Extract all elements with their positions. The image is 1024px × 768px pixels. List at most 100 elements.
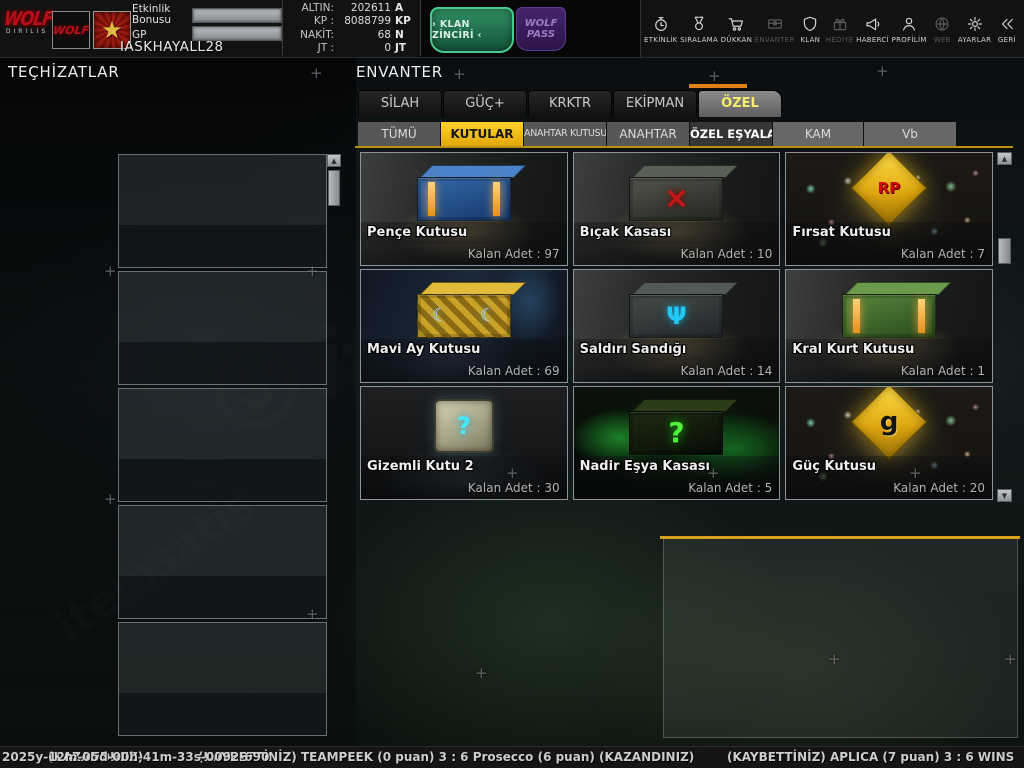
crate-art: ?: [629, 399, 739, 455]
grid-marker: +: [306, 605, 319, 623]
grid-marker: +: [475, 664, 488, 682]
crate-art: Ψ: [629, 282, 739, 338]
currency-unit: N: [395, 28, 404, 41]
clan-emblem[interactable]: WOLF: [52, 11, 90, 49]
klan-zinciri-button[interactable]: › KLAN ZİNCİRİ ‹: [430, 7, 514, 53]
item-card-pençe-kutusu[interactable]: Pençe Kutusu Kalan Adet : 97: [360, 152, 568, 266]
item-card-gizemli-kutu-2[interactable]: ? Gizemli Kutu 2 Kalan Adet : 30: [360, 386, 568, 500]
currency-value: 68: [377, 28, 391, 41]
header-buttons: › KLAN ZİNCİRİ ‹ WOLF PASS: [421, 0, 641, 57]
clan-emblem-icon: WOLF: [52, 23, 90, 37]
stopwatch-icon: [652, 15, 670, 33]
crescent-icon: ☾: [479, 305, 496, 326]
subtab-anahtar-kutusu[interactable]: ANAHTAR KUTUSU: [524, 122, 606, 146]
nav-item-dukkan[interactable]: DÜKKAN: [721, 15, 752, 44]
grid-marker: +: [876, 62, 889, 80]
back-icon: [998, 15, 1016, 33]
item-remaining-count: Kalan Adet : 14: [573, 361, 780, 382]
grid-scroll-down-button[interactable]: ▼: [997, 489, 1012, 502]
crate-emblem: ?: [456, 412, 471, 440]
nav-item-hediye[interactable]: HEDİYE: [826, 15, 854, 44]
wolf-pass-button[interactable]: WOLF PASS: [516, 7, 566, 51]
currency-value: 0: [384, 41, 391, 54]
inventory-subtabs: TÜMÜ KUTULAR ANAHTAR KUTUSU ANAHTAR ÖZEL EŞY…: [358, 122, 957, 146]
crate-art: RP: [850, 153, 928, 227]
currency-label: KP :: [313, 15, 334, 28]
gear-icon: [966, 15, 984, 33]
grid-marker: +: [506, 464, 519, 482]
detail-panel: [663, 539, 1018, 738]
item-card-güç-kutusu[interactable]: g Güç Kutusu Kalan Adet : 20: [785, 386, 993, 500]
subtab-kam[interactable]: KAM: [773, 122, 863, 146]
tab-si̇lah[interactable]: SİLAH: [358, 90, 442, 117]
gift-icon: [831, 15, 849, 33]
nav-item-etkinlik[interactable]: ETKİNLİK: [644, 15, 678, 44]
event-bonus-label: Etkinlik Bonusu: [132, 3, 172, 26]
match-history-bar: (KAZANDINIZ) (KAYBETTİNİZ) TEAMPEEK (0 p…: [0, 746, 1024, 768]
currency-panel: ALTIN: 202611 A KP : 8088799 KP NAKİT: 68 N JT : 0…: [282, 0, 421, 56]
item-remaining-count: Kalan Adet : 20: [786, 478, 992, 499]
grid-marker: +: [708, 67, 721, 85]
grid-marker: +: [310, 64, 323, 82]
item-card-mavi-ay-kutusu[interactable]: ☾ ☾ Mavi Ay Kutusu Kalan Adet : 69: [360, 269, 568, 383]
item-card-nadir-eşya-kasası[interactable]: ? Nadir Eşya Kasası Kalan Adet : 5: [572, 386, 781, 500]
nav-label: PROFİLİM: [891, 35, 927, 44]
subtab-underline: [355, 146, 1013, 148]
nav-label: HABERCİ: [856, 35, 889, 44]
item-remaining-count: Kalan Adet : 7: [786, 244, 992, 265]
equipment-panel-title: TEÇHİZATLAR: [8, 63, 120, 81]
nav-item-haberci[interactable]: HABERCİ: [856, 15, 889, 44]
nav-item-profilim[interactable]: PROFİLİM: [892, 15, 927, 44]
grid-marker: +: [909, 464, 922, 482]
left-scrollbar-thumb[interactable]: [328, 170, 340, 206]
item-card-bıçak-kasası[interactable]: × Bıçak Kasası Kalan Adet : 10: [572, 152, 781, 266]
currency-label: JT :: [317, 41, 334, 54]
item-card-saldırı-sandığı[interactable]: Ψ Saldırı Sandığı Kalan Adet : 14: [572, 269, 781, 383]
tab-özel[interactable]: ÖZEL: [698, 90, 782, 117]
grid-marker: +: [104, 490, 117, 508]
equipment-slot-empty[interactable]: [118, 271, 327, 385]
crate-art: [842, 282, 952, 338]
nav-label: KLAN: [800, 35, 821, 44]
nav-label: ETKİNLİK: [644, 35, 678, 44]
nav-label: DÜKKAN: [720, 35, 753, 44]
nav-item-klan[interactable]: KLAN: [797, 15, 823, 44]
currency-unit: JT: [395, 41, 407, 54]
currency-row: ALTIN: 202611 A: [288, 2, 415, 14]
shield-icon: [801, 15, 819, 33]
equipment-slot-empty[interactable]: [118, 154, 327, 268]
tab-krktr[interactable]: KRKTR: [528, 90, 612, 117]
subtab-kutular[interactable]: KUTULAR: [441, 122, 523, 146]
top-bar: WOLF DIRILIS WOLF ★ Etkinlik Bonusu GP I…: [0, 0, 1024, 58]
grid-scrollbar-thumb[interactable]: [998, 238, 1011, 264]
item-card-fırsat-kutusu[interactable]: RP Fırsat Kutusu Kalan Adet : 7: [785, 152, 993, 266]
equipment-slot-empty[interactable]: [118, 388, 327, 502]
equipment-slot-empty[interactable]: [118, 505, 327, 619]
subtab-anahtar[interactable]: ANAHTAR: [607, 122, 689, 146]
item-card-kral-kurt-kutusu[interactable]: Kral Kurt Kutusu Kalan Adet : 1: [785, 269, 993, 383]
nav-item-envanter[interactable]: ENVANTER: [755, 15, 795, 44]
game-window: itemsatis itemsatis HESAP / PIN WOLF DIR…: [0, 0, 1024, 768]
tab-güç+[interactable]: GÜÇ+: [443, 90, 527, 117]
subtab-vb[interactable]: Vb: [864, 122, 956, 146]
cart-icon: [727, 15, 745, 33]
currency-value: 202611: [350, 2, 391, 14]
grid-scroll-up-button[interactable]: ▲: [997, 152, 1012, 165]
nav-item-siralama[interactable]: SIRALAMA: [680, 15, 718, 44]
crate-art: [416, 165, 527, 221]
subtab-tümü[interactable]: TÜMÜ: [358, 122, 440, 146]
nav-item-web[interactable]: WEB: [929, 15, 955, 44]
nav-item-ayarlar[interactable]: AYARLAR: [958, 15, 991, 44]
crate-emblem: ×: [663, 181, 690, 216]
crate-emblem: g: [879, 407, 899, 437]
item-remaining-count: Kalan Adet : 30: [361, 478, 567, 499]
grid-marker: +: [707, 464, 720, 482]
equipment-slot-empty[interactable]: [118, 622, 327, 736]
grid-marker: +: [306, 262, 319, 280]
item-name: Gizemli Kutu 2: [361, 456, 567, 478]
nav-item-geri[interactable]: GERİ: [994, 15, 1020, 44]
tab-eki̇pman[interactable]: EKİPMAN: [613, 90, 697, 117]
subtab-özel-eşyalar[interactable]: ÖZEL EŞYALAR: [690, 122, 772, 146]
nav-label: ENVANTER: [754, 35, 795, 44]
left-scroll-up-button[interactable]: ▲: [327, 154, 341, 167]
